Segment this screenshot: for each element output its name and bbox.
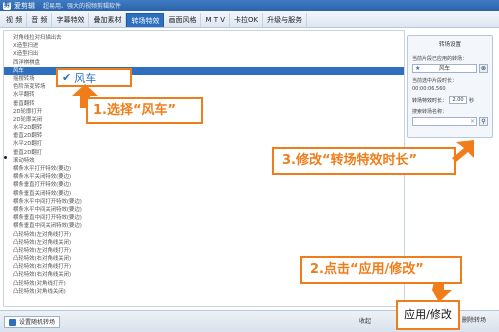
duration-unit: 秒 [469, 97, 475, 104]
tab-mtv[interactable]: M T V [201, 13, 231, 27]
app-name: 爱剪辑 [14, 1, 35, 10]
settings-title: 转场设置 [438, 42, 461, 48]
current-transition-value: 风车 [438, 66, 450, 72]
callout-step-3: 3.修改“转场特效时长” [272, 147, 456, 175]
transition-list-item[interactable]: 横条水平中间关闭特效(要边) [13, 206, 404, 214]
app-logo-icon: 剪 [3, 1, 11, 10]
current-transition-field: ★ 风车 [412, 64, 477, 73]
delete-transition-button[interactable]: 删除转场 [462, 315, 486, 324]
transition-list-item[interactable]: 凸轮特效(对角线关闭) [13, 288, 404, 296]
search-row: × ⚲ [412, 117, 488, 126]
list-bullet-dot [4, 156, 7, 159]
tab-upgrade[interactable]: 升级与服务 [263, 13, 308, 27]
app-slogan: 超易用、强大的视频剪辑软件 [43, 3, 122, 10]
tab-transitions[interactable]: 转场特效 [126, 13, 165, 27]
transition-list-item[interactable]: 横条垂直关闭特效(要边) [13, 190, 404, 198]
transition-list-item[interactable]: 横条水平中间打开特效(要边) [13, 198, 404, 206]
apply-modify-button[interactable]: 应用/修改 [396, 300, 460, 330]
search-icon[interactable]: ⚲ [479, 117, 488, 126]
transition-list-item[interactable]: 西洋棋棋盘 [13, 59, 404, 67]
main-tab-bar: 视 频 音 频 字幕特效 叠加素材 转场特效 画面风格 M T V 卡拉OK 升… [0, 11, 499, 28]
collapse-button[interactable]: 收起 [356, 316, 374, 328]
transition-list-item[interactable]: X造型扫出 [13, 50, 404, 58]
clip-duration-value: 00:00:06.560 [412, 86, 446, 92]
title-bar: 剪 爱剪辑 超易用、强大的视频剪辑软件 [0, 0, 499, 11]
duration-row: 转场特效时长： 2.00 秒 [412, 96, 488, 104]
random-transition-label: 设置随机转场 [19, 318, 56, 326]
tab-karaoke[interactable]: 卡拉OK [230, 13, 264, 27]
tab-picture-style[interactable]: 画面风格 [164, 13, 202, 27]
callout-arrow-3 [452, 140, 474, 162]
transition-settings-panel: 转场设置 当前片段已应用的转场： ★ 风车 ⊗ 当前选中片段时长： 00:00:… [407, 35, 493, 138]
current-transition-label: 当前片段已应用的转场： [412, 56, 468, 62]
callout-step-2: 2.点击“应用/修改” [300, 256, 462, 284]
transition-list-item[interactable]: 凸轮特效(左对角线打开) [13, 231, 404, 239]
shuffle-icon [9, 318, 16, 326]
transition-list-item[interactable]: 横条垂直打开特效(要边) [13, 181, 404, 189]
tab-audio[interactable]: 音 频 [27, 13, 53, 27]
duration-stepper[interactable]: 2.00 [449, 96, 468, 104]
checkmark-icon: ✔ [62, 71, 72, 84]
clip-duration-label: 当前选中片段时长： [412, 78, 458, 84]
clear-transition-icon[interactable]: ⊗ [479, 64, 488, 73]
transition-list-item[interactable]: 对角线拉对扫描出去 [13, 34, 404, 42]
transition-list-item[interactable]: 水平2D翻转 [13, 124, 404, 132]
transition-list-item[interactable]: 垂直2D翻转 [13, 132, 404, 140]
clear-search-icon[interactable]: × [470, 118, 475, 125]
star-icon: ★ [415, 65, 421, 72]
tab-subtitle-effects[interactable]: 字幕特效 [52, 13, 90, 27]
tab-overlay[interactable]: 叠加素材 [89, 13, 127, 27]
transition-list-item[interactable]: X造型扫进 [13, 42, 404, 50]
callout-arrow-2 [432, 282, 452, 302]
transition-list-item[interactable]: 横条垂直中间打开特效(要边) [13, 214, 404, 222]
transition-list-item[interactable]: 2D轮廓关闭 [13, 116, 404, 124]
transition-list-item[interactable]: 凸轮特效(左对角线关闭) [13, 239, 404, 247]
callout-step-1: 1.选择“风车” [86, 97, 203, 124]
search-label: 搜索转场名称： [412, 109, 448, 115]
transition-list-item[interactable]: 凸轮特效(左对角线打开) [13, 247, 404, 255]
tab-video[interactable]: 视 频 [2, 13, 28, 27]
transition-list-item[interactable]: 2D轮廓打开 [13, 108, 404, 116]
search-input[interactable]: × [412, 117, 477, 126]
current-transition-row: ★ 风车 ⊗ [412, 64, 488, 73]
duration-label: 转场特效时长： [412, 97, 448, 104]
random-transition-button[interactable]: 设置随机转场 [4, 316, 61, 328]
transition-list-item[interactable]: 横条垂直中间关闭特效(要边) [13, 222, 404, 230]
